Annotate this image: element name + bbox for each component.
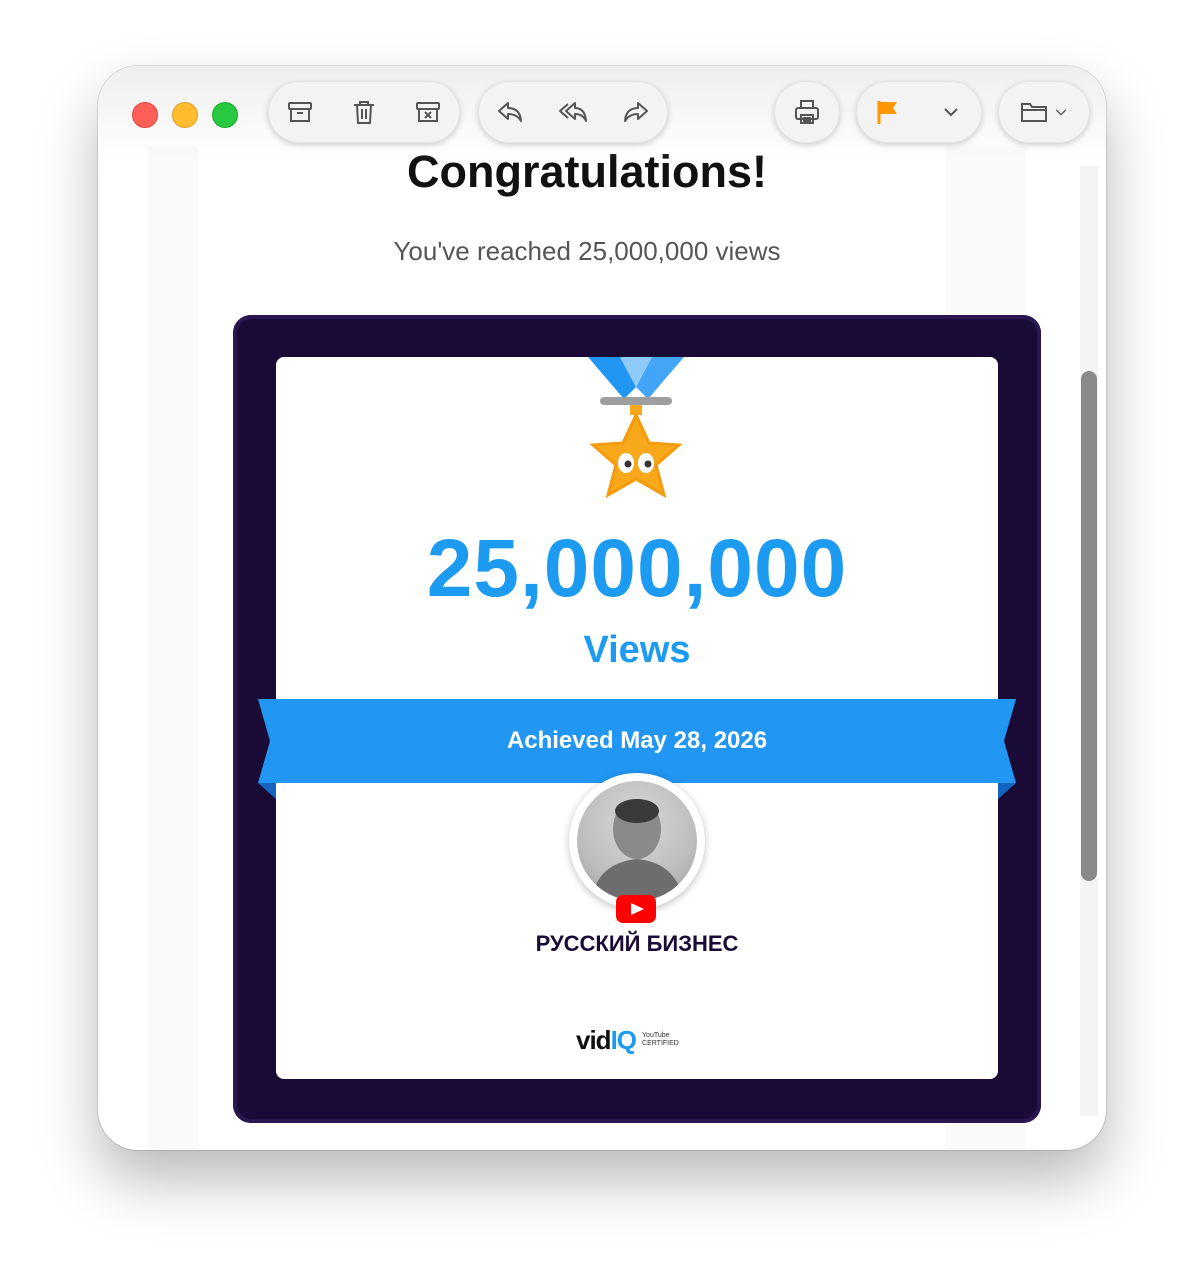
folder-icon (1021, 103, 1047, 122)
milestone-card: 25,000,000 Views Achieved May 28, 2026 Р… (258, 357, 1016, 1079)
channel-avatar (569, 773, 705, 909)
reply-all-icon (558, 102, 587, 122)
flag-icon (877, 101, 897, 124)
reply-all-button[interactable] (549, 88, 597, 136)
message-actions-group (268, 81, 460, 143)
channel-name: РУССКИЙ БИЗНЕС (535, 931, 739, 956)
archive-button[interactable] (276, 88, 324, 136)
reply-icon (497, 102, 522, 122)
reply-button[interactable] (486, 88, 534, 136)
move-to-folder-button[interactable] (1004, 88, 1084, 136)
zoom-window-button[interactable] (212, 102, 238, 128)
minimize-window-button[interactable] (172, 102, 198, 128)
email-subtitle: You've reached 25,000,000 views (393, 236, 781, 266)
vidiq-logo: vidIQ YouTube CERTIFIED (576, 1025, 706, 1055)
move-group (998, 81, 1090, 143)
medal-icon (588, 357, 684, 499)
junk-icon (416, 102, 440, 122)
trash-icon (354, 101, 374, 124)
chevron-down-icon (943, 108, 958, 117)
left-gutter (148, 146, 198, 1150)
milestone-card-frame: 25,000,000 Views Achieved May 28, 2026 Р… (233, 315, 1041, 1123)
junk-button[interactable] (404, 88, 452, 136)
print-button[interactable] (783, 88, 831, 136)
mail-window: Congratulations! You've reached 25,000,0… (98, 66, 1106, 1150)
milestone-number: 25,000,000 (426, 523, 848, 614)
scrollbar-thumb[interactable] (1081, 371, 1097, 881)
close-window-button[interactable] (132, 102, 158, 128)
delete-button[interactable] (340, 88, 388, 136)
print-group (774, 81, 840, 143)
flag-group (856, 81, 982, 143)
milestone-label: Views (583, 629, 691, 671)
print-icon (795, 100, 819, 124)
reply-actions-group (478, 81, 668, 143)
avatar (577, 781, 697, 901)
flag-button[interactable] (864, 88, 912, 136)
chevron-down-icon (1055, 109, 1067, 116)
achieved-date: Achieved May 28, 2026 (506, 727, 768, 754)
forward-button[interactable] (612, 88, 660, 136)
message-content: Congratulations! You've reached 25,000,0… (148, 66, 1041, 1150)
flag-menu-button[interactable] (927, 88, 975, 136)
youtube-certified-badge: YouTube CERTIFIED (642, 1032, 679, 1047)
forward-icon (624, 102, 649, 122)
vidiq-wordmark: vidIQ (576, 1024, 637, 1055)
youtube-icon (616, 895, 656, 923)
archive-icon (288, 102, 312, 122)
